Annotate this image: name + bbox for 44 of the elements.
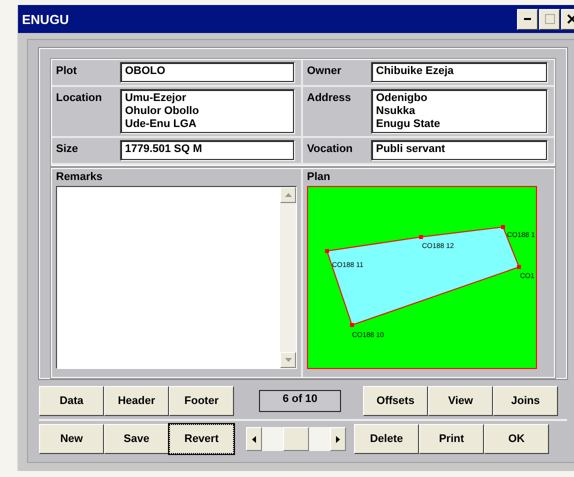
- left-arrow-icon: [252, 436, 256, 442]
- field-label: Location: [56, 91, 103, 106]
- section-label: Plan: [307, 171, 332, 183]
- field-label: Size: [56, 142, 80, 157]
- toolbar-button[interactable]: Offsets: [363, 386, 428, 416]
- down-arrow-icon: [284, 358, 292, 362]
- field-label: Vocation: [307, 142, 354, 157]
- up-arrow-icon: [284, 193, 292, 197]
- toolbar-button[interactable]: Joins: [493, 386, 558, 416]
- input-field[interactable]: Odenigbo Nsukka Enugu State: [371, 89, 548, 134]
- record-scrollbar[interactable]: [246, 427, 346, 451]
- toolbar-button[interactable]: Save: [104, 424, 169, 454]
- scroll-up-button[interactable]: [280, 187, 296, 203]
- close-icon: [566, 14, 574, 24]
- input-field[interactable]: 1779.501 SQ M: [120, 140, 295, 161]
- scroll-thumb[interactable]: [283, 427, 310, 451]
- scroll-right-button[interactable]: [330, 427, 346, 451]
- toolbar-button[interactable]: Print: [419, 424, 484, 454]
- right-arrow-icon: [336, 436, 340, 442]
- minimize-icon: [524, 18, 531, 20]
- input-field[interactable]: Chibuike Ezeja: [371, 62, 548, 83]
- field-label: Plot: [56, 64, 78, 79]
- maximize-icon: [544, 14, 554, 24]
- scroll-left-button[interactable]: [246, 427, 262, 451]
- scroll-down-button[interactable]: [280, 352, 296, 368]
- toolbar-button[interactable]: Delete: [354, 424, 419, 454]
- toolbar-button[interactable]: Revert: [169, 424, 234, 454]
- toolbar-button[interactable]: OK: [484, 424, 549, 454]
- input-field[interactable]: OBOLO: [120, 62, 295, 83]
- minimize-button[interactable]: [517, 8, 538, 30]
- field-label: Address: [307, 91, 352, 106]
- field-label: Owner: [307, 64, 342, 79]
- remarks-field[interactable]: [56, 186, 297, 369]
- window-title: ENUGU: [22, 12, 70, 26]
- toolbar-button[interactable]: Data: [39, 386, 104, 416]
- input-field[interactable]: Publi servant: [371, 140, 548, 161]
- record-counter: 6 of 10: [259, 390, 341, 412]
- toolbar-button[interactable]: New: [39, 424, 104, 454]
- toolbar-button[interactable]: Header: [104, 386, 169, 416]
- maximize-button[interactable]: [539, 8, 560, 30]
- input-field[interactable]: Umu-Ezejor Ohulor Obollo Ude-Enu LGA: [120, 89, 295, 134]
- section-label: Remarks: [56, 171, 104, 183]
- toolbar-button[interactable]: View: [428, 386, 493, 416]
- toolbar-button[interactable]: Footer: [169, 386, 234, 416]
